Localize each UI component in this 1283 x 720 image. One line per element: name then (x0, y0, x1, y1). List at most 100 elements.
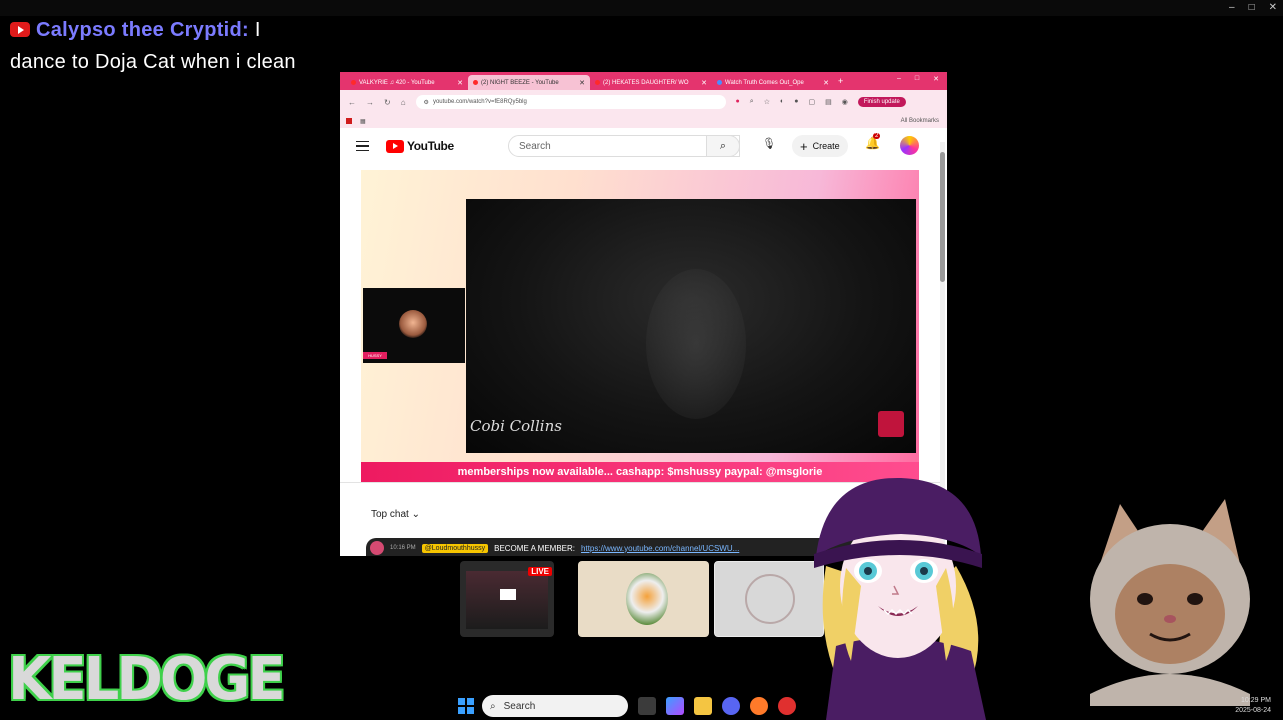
tab-hekates[interactable]: (2) HEKATES DAUGHTER/ WO ✕ (590, 75, 712, 90)
youtube-header: YouTube Search ⌕ 🎙 + Create 🔔 2 (340, 128, 947, 164)
browser-preview-thumbnail[interactable]: LIVE (460, 561, 554, 637)
sketch-image (745, 574, 795, 624)
browser-close-button[interactable]: ✕ (933, 75, 939, 83)
dog-avatar-thumbnail[interactable] (578, 561, 709, 637)
tab-label: (2) NIGHT BEEZE - YouTube (481, 79, 559, 86)
message-time: 10:16 PM (390, 545, 416, 551)
monitor-icon (500, 589, 516, 600)
taskbar: ⌕ Search 10:29 PM 2025-08-24 (440, 692, 1283, 720)
youtube-favicon-icon (351, 80, 356, 85)
close-tab-icon[interactable]: ✕ (701, 79, 707, 87)
close-tab-icon[interactable]: ✕ (823, 79, 829, 87)
task-view-icon[interactable] (638, 697, 656, 715)
microphone-icon[interactable]: 🎙 (762, 137, 776, 150)
tab-label: Watch Truth Comes Out_Ope (725, 79, 804, 86)
window-previews: LIVE (440, 561, 860, 637)
discord-icon[interactable] (722, 697, 740, 715)
windows-start-icon[interactable] (458, 698, 474, 714)
clock-time: 10:29 PM (1241, 697, 1271, 704)
firefox-icon[interactable] (750, 697, 768, 715)
search-icon[interactable]: ⌕ (706, 135, 740, 157)
extension-icon[interactable]: ◐ (780, 98, 784, 106)
url-field[interactable]: ⚙ youtube.com/watch?v=fE8RQy5blg (415, 95, 726, 109)
extension-icon[interactable]: ● (794, 98, 798, 106)
account-avatar[interactable] (900, 136, 919, 155)
record-icon[interactable]: ● (736, 98, 740, 106)
window-controls: – □ ✕ (1229, 2, 1277, 13)
star-icon[interactable]: ☆ (764, 98, 770, 106)
clock-date: 2025-08-24 (1235, 707, 1271, 714)
forward-arrow-icon[interactable]: → (366, 98, 374, 107)
youtube-play-icon (386, 139, 404, 153)
search-icon: ⌕ (490, 700, 496, 712)
cam-tag: HUSSY (363, 352, 387, 359)
channel-link[interactable]: https://www.youtube.com/channel/UCSWU... (581, 544, 739, 553)
streamer-face-image (399, 310, 427, 338)
youtube-wordmark: YouTube (407, 139, 454, 153)
taskbar-clock[interactable]: 10:29 PM 2025-08-24 (1235, 696, 1271, 716)
tab-night-beeze[interactable]: (2) NIGHT BEEZE - YouTube ✕ (468, 75, 590, 90)
youtube-icon (10, 22, 30, 37)
sidebar-icon[interactable]: ▤ (825, 98, 832, 106)
create-button[interactable]: + Create (792, 135, 848, 157)
new-tab-button[interactable]: + (838, 76, 843, 86)
youtube-bookmark-icon[interactable] (346, 118, 352, 124)
close-tab-icon[interactable]: ✕ (579, 79, 585, 87)
browser-maximize-button[interactable]: □ (915, 75, 919, 83)
browser-minimize-button[interactable]: – (897, 75, 901, 83)
apps-grid-icon[interactable]: ▦ (360, 118, 366, 125)
home-icon[interactable]: ⌂ (401, 98, 406, 107)
extensions-puzzle-icon[interactable]: ▢ (808, 98, 815, 106)
taskbar-apps (638, 697, 796, 715)
youtube-favicon-icon (473, 80, 478, 85)
tab-valkyrie[interactable]: VALKYRIE ♫ 420 - YouTube ✕ (346, 75, 468, 90)
reload-icon[interactable]: ↻ (384, 98, 391, 107)
tab-truth-comes-out[interactable]: Watch Truth Comes Out_Ope ✕ (712, 75, 834, 90)
app-icon[interactable] (778, 697, 796, 715)
message-text: BECOME A MEMBER: (494, 543, 576, 553)
scrollbar-thumb[interactable] (940, 152, 945, 282)
video-frame[interactable]: Cobi Collins (466, 199, 916, 453)
webcam-overlay: HUSSY (363, 288, 465, 363)
plus-icon: + (800, 138, 808, 154)
youtube-favicon-icon (595, 80, 600, 85)
chat-overlay: Calypso thee Cryptid: I dance to Doja Ca… (10, 14, 310, 78)
stream-canvas: – □ ✕ Calypso thee Cryptid: I dance to D… (0, 0, 1283, 720)
globe-favicon-icon (717, 80, 722, 85)
video-player[interactable]: HUSSY Cobi Collins memberships now avail… (361, 170, 919, 482)
taskbar-search[interactable]: ⌕ Search (482, 695, 628, 717)
copilot-icon[interactable] (666, 697, 684, 715)
chat-mode-label: Top chat (371, 509, 409, 520)
top-chat-dropdown[interactable]: Top chat ⌄ (371, 509, 420, 520)
hamburger-menu-icon[interactable] (356, 140, 369, 152)
channel-logo-icon (878, 411, 904, 437)
back-arrow-icon[interactable]: ← (348, 98, 356, 107)
minimize-button[interactable]: – (1229, 2, 1235, 13)
maximize-button[interactable]: □ (1249, 2, 1255, 13)
taskbar-search-label: Search (503, 700, 536, 712)
dog-avatar-image (626, 573, 668, 625)
address-bar: ← → ↻ ⌂ ⚙ youtube.com/watch?v=fE8RQy5blg… (340, 90, 947, 114)
site-info-icon[interactable]: ⚙ (424, 99, 429, 106)
folder-icon[interactable] (694, 697, 712, 715)
tab-bar: VALKYRIE ♫ 420 - YouTube ✕ (2) NIGHT BEEZ… (340, 72, 947, 90)
vtuber-character (814, 477, 986, 720)
avatar (370, 541, 384, 555)
profile-icon[interactable]: ◉ (842, 98, 848, 106)
youtube-logo[interactable]: YouTube (386, 139, 454, 153)
chevron-down-icon: ⌄ (411, 509, 420, 520)
finish-update-button[interactable]: Finish update (857, 97, 906, 107)
video-scene (646, 269, 746, 419)
close-button[interactable]: ✕ (1269, 2, 1277, 13)
browser-window-controls: – □ ✕ (897, 75, 939, 83)
all-bookmarks-button[interactable]: All Bookmarks (901, 118, 939, 124)
video-watermark: Cobi Collins (470, 417, 562, 435)
close-tab-icon[interactable]: ✕ (457, 79, 463, 87)
tab-label: (2) HEKATES DAUGHTER/ WO (603, 79, 689, 86)
url-text: youtube.com/watch?v=fE8RQy5blg (432, 99, 527, 105)
chat-username: Calypso thee Cryptid: (36, 19, 249, 41)
zoom-icon[interactable]: ⌕ (750, 98, 754, 106)
extension-icons: ● ⌕ ☆ ◐ ● ▢ ▤ ◉ (736, 98, 848, 106)
preview-image (466, 571, 548, 629)
message-username[interactable]: @Loudmouthhussy (421, 543, 489, 553)
